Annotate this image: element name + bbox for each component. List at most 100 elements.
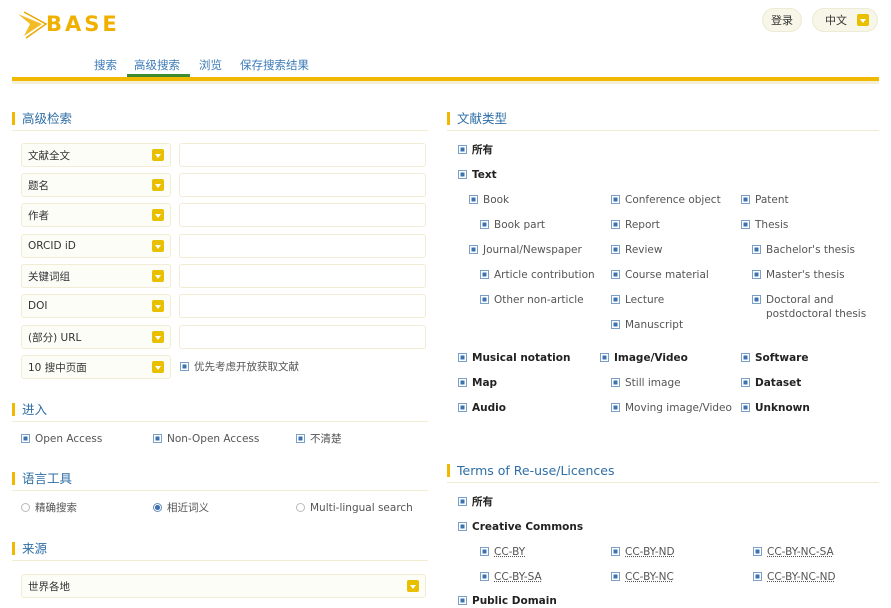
tab-saved-searches[interactable]: 保存搜索结果 xyxy=(240,57,309,73)
doctype-audio-checkbox[interactable]: Audio xyxy=(458,402,506,414)
doctype-report-checkbox[interactable]: Report xyxy=(611,219,660,231)
access-non-open-access-checkbox[interactable]: Non-Open Access xyxy=(153,433,259,445)
doctype-bachelors-thesis-checkbox[interactable]: Bachelor's thesis xyxy=(752,244,855,256)
field-select-author[interactable]: 作者 xyxy=(21,203,171,227)
open-access-first-label: 优先考虑开放获取文献 xyxy=(194,361,299,373)
field-input-keywords[interactable] xyxy=(179,264,426,288)
doctype-label: Text xyxy=(472,169,497,181)
checkbox-icon xyxy=(611,245,620,254)
checkbox-icon xyxy=(752,245,761,254)
doctype-masters-thesis-checkbox[interactable]: Master's thesis xyxy=(752,269,845,281)
doctype-unknown-checkbox[interactable]: Unknown xyxy=(741,402,810,414)
doctype-conference-object-checkbox[interactable]: Conference object xyxy=(611,194,721,206)
chevron-down-icon xyxy=(857,14,869,26)
licence-cc-by-nc-sa-checkbox[interactable]: CC-BY-NC-SA xyxy=(753,546,834,558)
doctype-label: Image/Video xyxy=(614,352,688,364)
doctype-lecture-checkbox[interactable]: Lecture xyxy=(611,294,664,306)
checkbox-icon xyxy=(753,572,762,581)
field-select-orcid[interactable]: ORCID iD xyxy=(21,234,171,258)
doctype-journal-checkbox[interactable]: Journal/Newspaper xyxy=(469,244,582,256)
field-input-doi[interactable] xyxy=(179,294,426,318)
language-select[interactable]: 中文 xyxy=(812,8,878,32)
access-option-label: Open Access xyxy=(35,433,103,445)
licence-cc-by-sa-checkbox[interactable]: CC-BY-SA xyxy=(480,571,542,583)
source-select[interactable]: 世界各地 xyxy=(21,574,426,598)
login-label: 登录 xyxy=(771,14,793,27)
doctype-text-checkbox[interactable]: Text xyxy=(458,169,497,181)
field-select-keywords[interactable]: 关键词组 xyxy=(21,264,171,288)
field-input-title[interactable] xyxy=(179,173,426,197)
checkbox-icon xyxy=(611,195,620,204)
licence-link[interactable]: CC-BY-ND xyxy=(625,546,675,558)
doctype-moving-image-checkbox[interactable]: Moving image/Video xyxy=(611,402,732,414)
chevron-down-icon xyxy=(152,300,164,312)
source-select-label: 世界各地 xyxy=(28,580,70,593)
section-divider xyxy=(12,130,428,131)
multilingual-search-radio[interactable]: Multi-lingual search xyxy=(296,502,413,514)
field-input-author[interactable] xyxy=(179,203,426,227)
checkbox-icon xyxy=(458,145,467,154)
field-select-title[interactable]: 题名 xyxy=(21,173,171,197)
related-terms-radio[interactable]: 相近词义 xyxy=(153,502,209,514)
doctype-all-checkbox[interactable]: 所有 xyxy=(458,144,493,156)
language-option-label: 精确搜索 xyxy=(35,502,77,514)
field-select-doi[interactable]: DOI xyxy=(21,294,171,318)
chevron-down-icon xyxy=(152,179,164,191)
doctype-doctoral-thesis-checkbox[interactable]: Doctoral and postdoctoral thesis xyxy=(752,294,877,321)
field-input-url[interactable] xyxy=(179,325,426,349)
checkbox-icon xyxy=(611,572,620,581)
licence-cc-by-checkbox[interactable]: CC-BY xyxy=(480,546,525,558)
doctype-label: Conference object xyxy=(625,194,721,206)
doctype-article-contribution-checkbox[interactable]: Article contribution xyxy=(480,269,595,281)
licence-link[interactable]: CC-BY-SA xyxy=(494,571,542,583)
section-title-source: 来源 xyxy=(12,542,47,555)
licence-cc-by-nc-checkbox[interactable]: CC-BY-NC xyxy=(611,571,674,583)
licence-public-domain-checkbox[interactable]: Public Domain xyxy=(458,595,557,607)
field-select-fulltext[interactable]: 文献全文 xyxy=(21,143,171,167)
doctype-manuscript-checkbox[interactable]: Manuscript xyxy=(611,319,683,331)
field-input-fulltext[interactable] xyxy=(179,143,426,167)
field-input-orcid[interactable] xyxy=(179,234,426,258)
doctype-book-part-checkbox[interactable]: Book part xyxy=(480,219,545,231)
doctype-thesis-checkbox[interactable]: Thesis xyxy=(741,219,788,231)
field-select-url[interactable]: (部分) URL xyxy=(21,325,171,349)
licence-link[interactable]: CC-BY-NC-ND xyxy=(767,571,836,583)
radio-icon xyxy=(21,503,30,512)
field-select-label: (部分) URL xyxy=(28,331,82,344)
doctype-image-video-checkbox[interactable]: Image/Video xyxy=(600,352,688,364)
access-open-access-checkbox[interactable]: Open Access xyxy=(21,433,102,445)
open-access-first-checkbox[interactable]: 优先考虑开放获取文献 xyxy=(180,361,299,373)
doctype-course-material-checkbox[interactable]: Course material xyxy=(611,269,709,281)
tab-search[interactable]: 搜索 xyxy=(94,57,117,73)
chevron-down-icon xyxy=(152,240,164,252)
doctype-software-checkbox[interactable]: Software xyxy=(741,352,808,364)
doctype-still-image-checkbox[interactable]: Still image xyxy=(611,377,681,389)
doctype-dataset-checkbox[interactable]: Dataset xyxy=(741,377,801,389)
field-select-label: ORCID iD xyxy=(28,240,76,252)
licence-label: Public Domain xyxy=(472,595,557,607)
tab-browse[interactable]: 浏览 xyxy=(199,57,222,73)
login-button[interactable]: 登录 xyxy=(762,8,802,32)
doctype-map-checkbox[interactable]: Map xyxy=(458,377,497,389)
licence-link[interactable]: CC-BY-NC-SA xyxy=(767,546,834,558)
licence-cc-by-nc-nd-checkbox[interactable]: CC-BY-NC-ND xyxy=(753,571,836,583)
doctype-musical-notation-checkbox[interactable]: Musical notation xyxy=(458,352,570,364)
checkbox-icon xyxy=(611,547,620,556)
licence-creative-commons-checkbox[interactable]: Creative Commons xyxy=(458,521,583,533)
field-select-label: 题名 xyxy=(28,179,49,192)
doctype-book-checkbox[interactable]: Book xyxy=(469,194,509,206)
checkbox-icon xyxy=(458,522,467,531)
doctype-label: Map xyxy=(472,377,498,389)
checkbox-icon xyxy=(480,572,489,581)
doctype-review-checkbox[interactable]: Review xyxy=(611,244,662,256)
licence-all-checkbox[interactable]: 所有 xyxy=(458,496,493,508)
licence-cc-by-nd-checkbox[interactable]: CC-BY-ND xyxy=(611,546,675,558)
exact-search-radio[interactable]: 精确搜索 xyxy=(21,502,77,514)
doctype-other-non-article-checkbox[interactable]: Other non-article xyxy=(480,294,584,306)
doctype-patent-checkbox[interactable]: Patent xyxy=(741,194,789,206)
tab-advanced-search[interactable]: 高级搜索 xyxy=(134,57,180,73)
access-unknown-checkbox[interactable]: 不清楚 xyxy=(296,433,342,445)
licence-link[interactable]: CC-BY-NC xyxy=(625,571,674,583)
licence-link[interactable]: CC-BY xyxy=(494,546,525,558)
hits-per-page-select[interactable]: 10 搜中页面 xyxy=(21,355,171,379)
